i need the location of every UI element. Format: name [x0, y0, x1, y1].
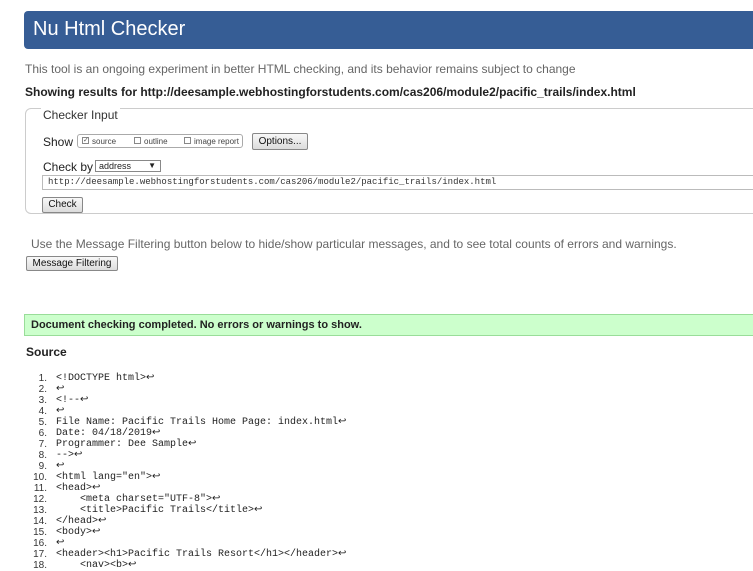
options-button[interactable]: Options... — [252, 133, 308, 150]
show-options-group: ✓ source outline image report — [77, 134, 243, 148]
dropdown-arrow-icon: ▼ — [148, 161, 156, 170]
header-banner: Nu Html Checker — [24, 11, 753, 49]
result-banner: Document checking completed. No errors o… — [24, 314, 753, 336]
image-report-checkbox[interactable] — [184, 137, 191, 144]
show-label: Show — [43, 135, 74, 149]
showing-results-text: Showing results for http://deesample.web… — [25, 85, 636, 99]
outline-checkbox[interactable] — [134, 137, 141, 144]
source-checkbox-label[interactable]: source — [92, 137, 116, 146]
source-heading: Source — [26, 345, 67, 359]
checker-input-legend: Checker Input — [41, 108, 120, 122]
check-by-select[interactable]: address ▼ — [95, 160, 161, 172]
message-filtering-button[interactable]: Message Filtering — [26, 256, 118, 271]
check-by-label: Check by — [43, 160, 94, 174]
filter-instructions: Use the Message Filtering button below t… — [31, 237, 677, 251]
url-input[interactable]: http://deesample.webhostingforstudents.c… — [42, 175, 753, 190]
result-message: Document checking completed. No errors o… — [31, 319, 362, 331]
image-report-checkbox-label[interactable]: image report — [194, 137, 239, 146]
outline-checkbox-label[interactable]: outline — [144, 137, 168, 146]
page-title: Nu Html Checker — [33, 18, 186, 40]
intro-text: This tool is an ongoing experiment in be… — [25, 62, 576, 76]
source-checkbox[interactable]: ✓ — [82, 137, 89, 144]
check-by-value: address — [99, 161, 132, 171]
check-button[interactable]: Check — [42, 197, 83, 213]
